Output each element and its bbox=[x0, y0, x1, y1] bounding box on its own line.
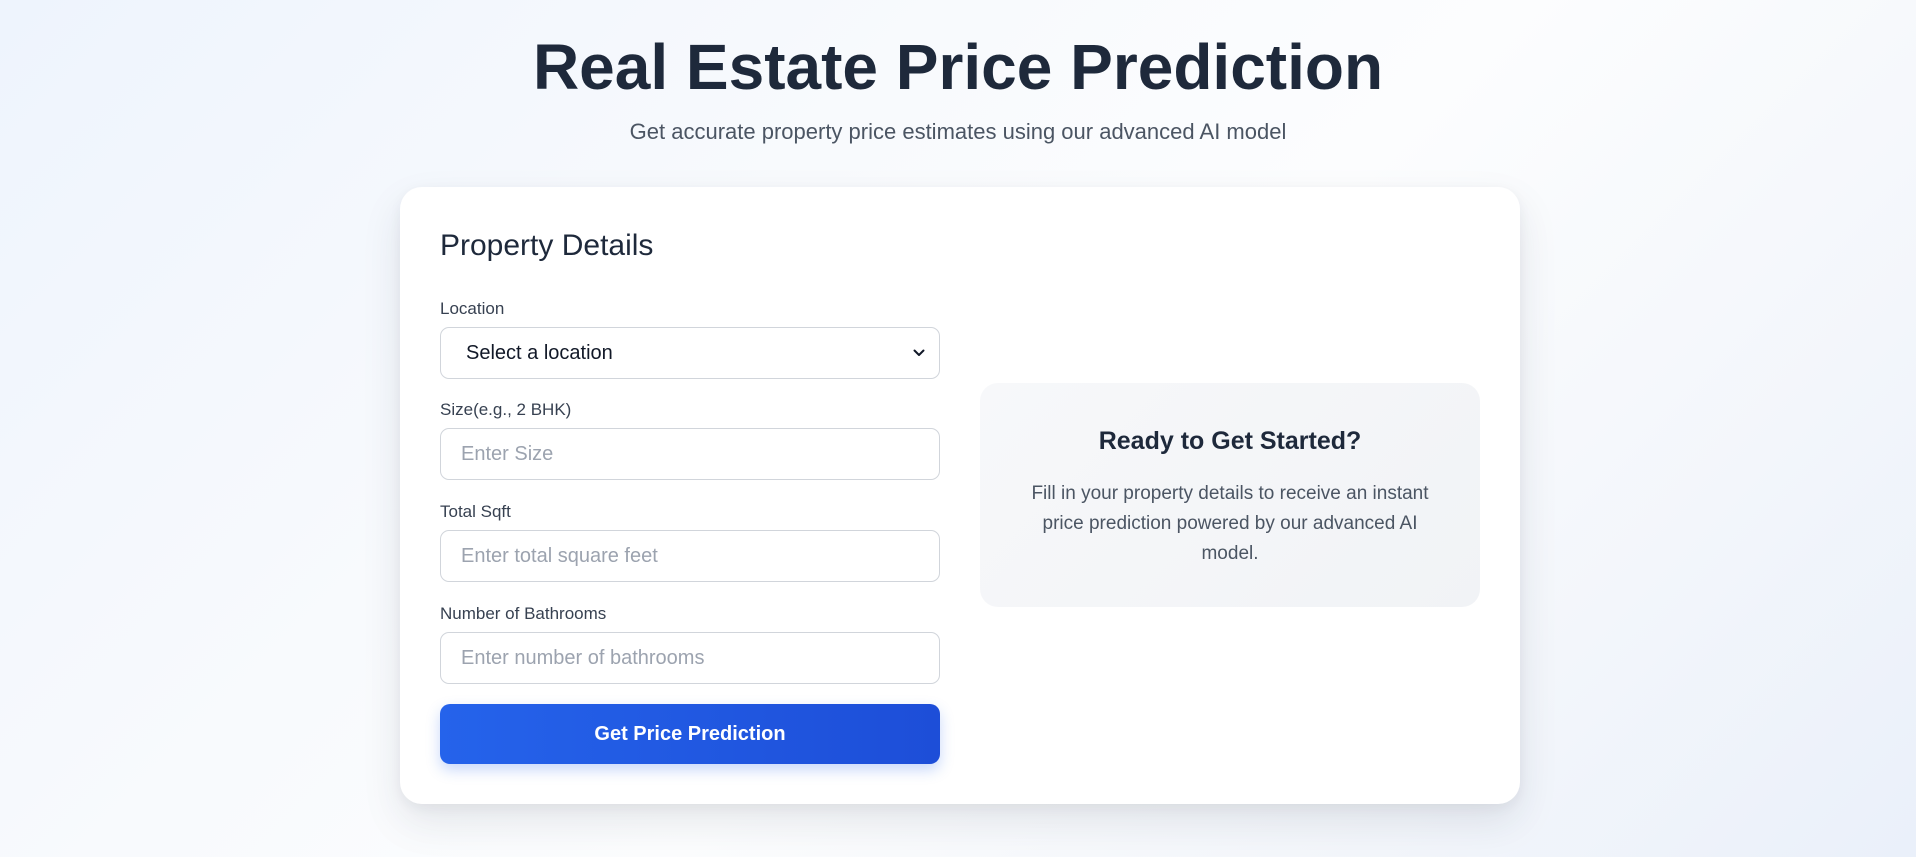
info-panel-title: Ready to Get Started? bbox=[1098, 427, 1362, 455]
size-input[interactable] bbox=[461, 429, 939, 479]
info-panel-text: Fill in your property details to receive… bbox=[1031, 483, 1429, 564]
prediction-card: Property Details Location Select a locat… bbox=[400, 187, 1520, 804]
bathrooms-field bbox=[440, 632, 940, 684]
bathrooms-label: Number of Bathrooms bbox=[440, 604, 607, 623]
page-header: Real Estate Price Prediction Get accurat… bbox=[0, 0, 1916, 146]
get-price-prediction-button[interactable]: Get Price Prediction bbox=[440, 704, 940, 764]
location-select-value: Select a location bbox=[466, 341, 613, 364]
info-panel: Ready to Get Started? Fill in your prope… bbox=[980, 383, 1480, 607]
location-label: Location bbox=[440, 299, 505, 318]
sqft-label: Total Sqft bbox=[440, 502, 511, 521]
size-label: Size(e.g., 2 BHK) bbox=[440, 400, 572, 419]
sqft-field bbox=[440, 530, 940, 582]
sqft-input[interactable] bbox=[461, 531, 939, 581]
size-field bbox=[440, 428, 940, 480]
bathrooms-input[interactable] bbox=[461, 633, 939, 683]
location-select[interactable]: Select a location bbox=[440, 327, 940, 379]
page-subtitle: Get accurate property price estimates us… bbox=[629, 119, 1287, 144]
chevron-down-icon bbox=[913, 349, 925, 356]
form-title: Property Details bbox=[440, 229, 654, 262]
page-title: Real Estate Price Prediction bbox=[532, 31, 1384, 103]
